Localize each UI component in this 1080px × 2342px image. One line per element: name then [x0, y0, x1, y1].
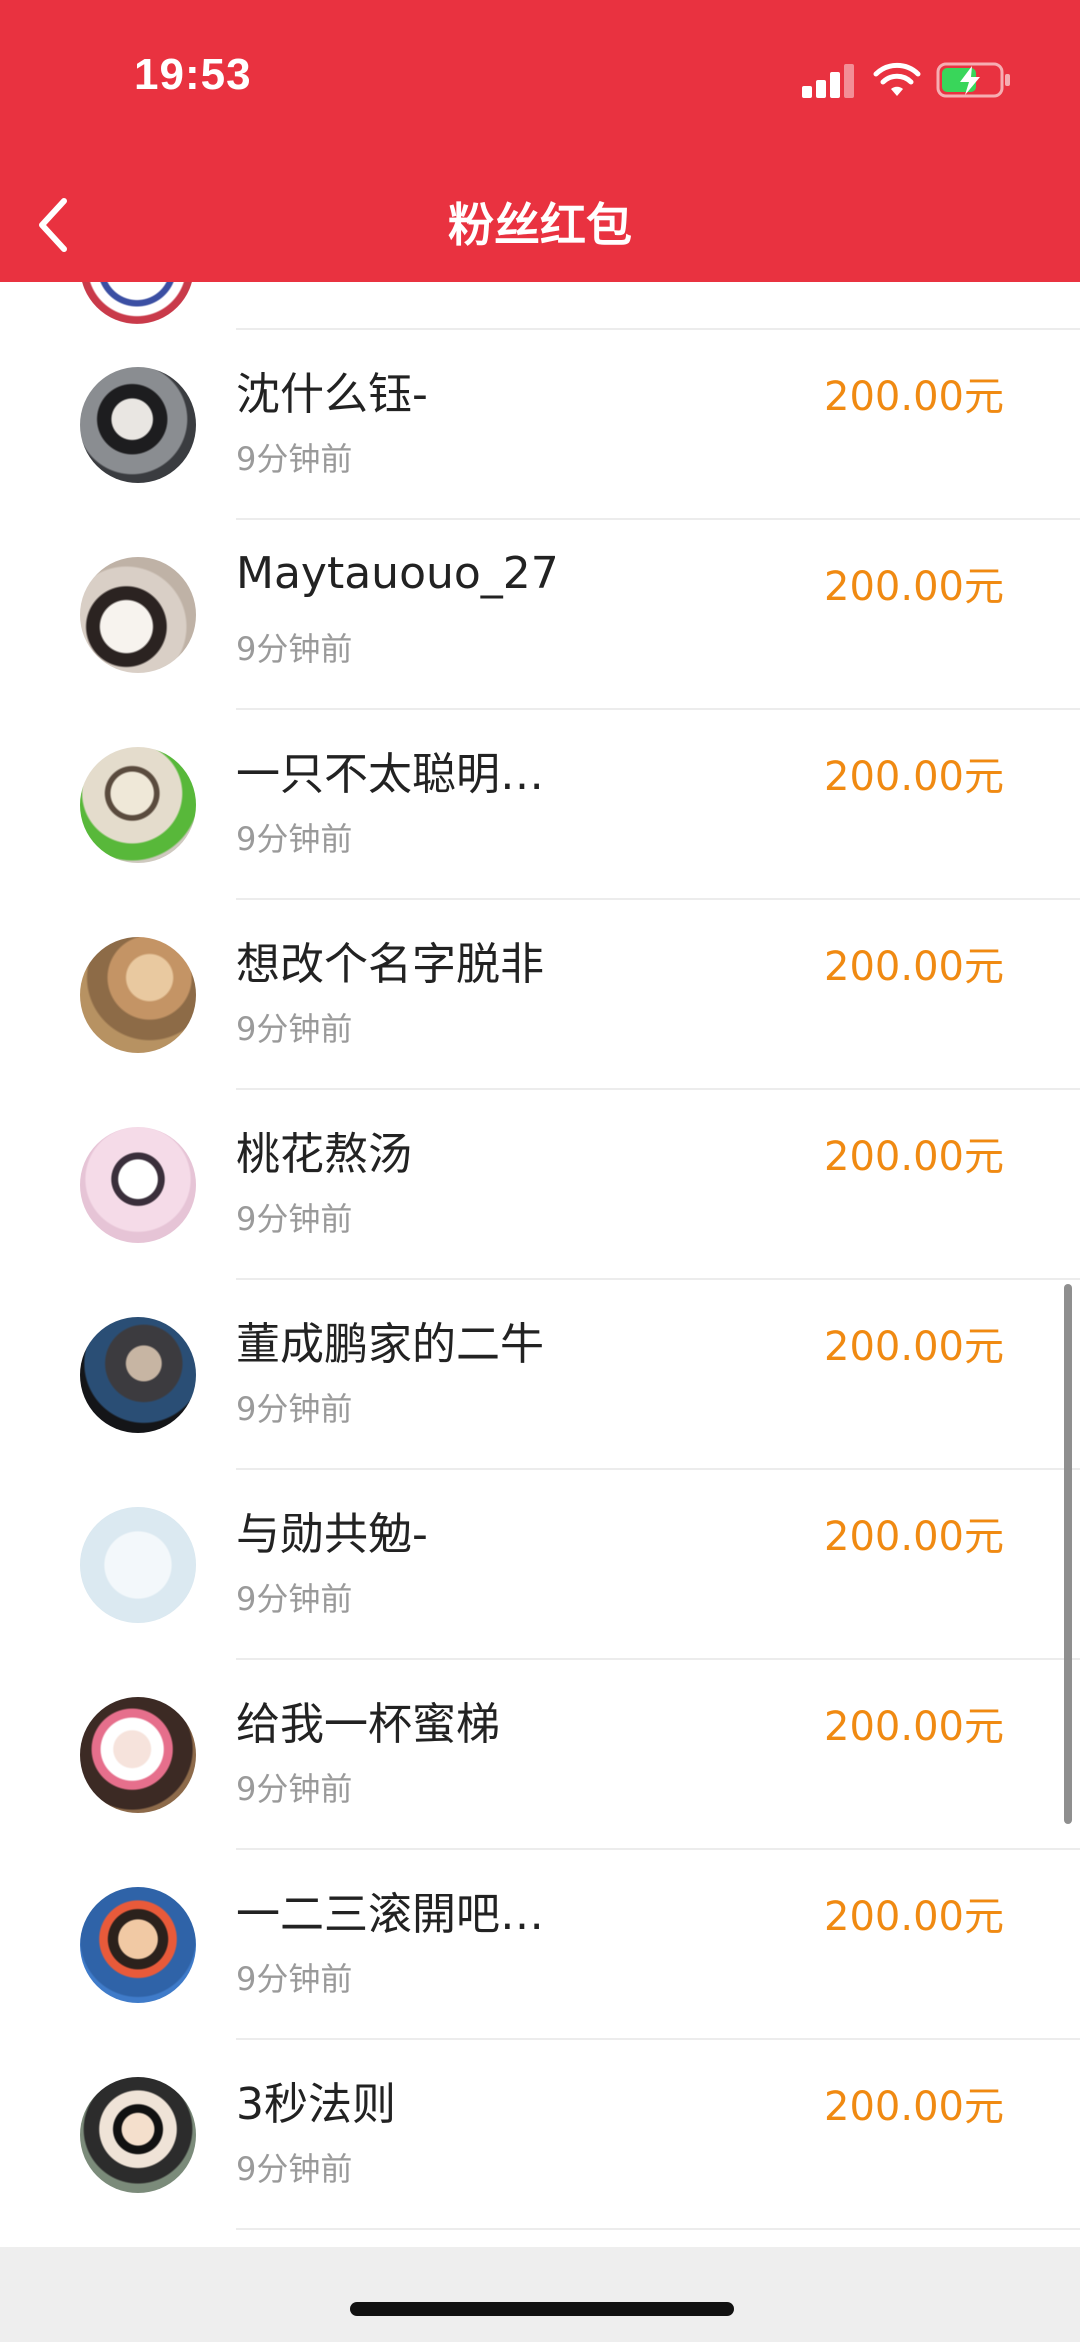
user-name: 董成鹏家的二牛 — [236, 1319, 544, 1370]
user-name: 3秒法则 — [236, 2079, 396, 2130]
divider — [236, 2228, 1080, 2230]
list-item[interactable]: 给我一杯蜜梯 9分钟前 200.00元 — [0, 1660, 1080, 1850]
user-name: 沈什么钰- — [236, 369, 428, 420]
avatar — [80, 1317, 196, 1433]
avatar — [80, 1697, 196, 1813]
amount: 200.00元 — [824, 754, 1004, 800]
time-ago: 9分钟前 — [236, 1010, 353, 1048]
time-ago: 9分钟前 — [236, 1200, 353, 1238]
list-item[interactable]: 董成鹏家的二牛 9分钟前 200.00元 — [0, 1280, 1080, 1470]
status-icons — [802, 58, 1012, 102]
amount: 200.00元 — [824, 1324, 1004, 1370]
time-ago: 9分钟前 — [236, 820, 353, 858]
amount: 200.00元 — [824, 2084, 1004, 2130]
time-ago: 9分钟前 — [236, 1390, 353, 1428]
user-name: 想改个名字脱非 — [236, 939, 544, 990]
list-item[interactable]: 一只不太聪明… 9分钟前 200.00元 — [0, 710, 1080, 900]
user-name: Maytauouo_27 — [236, 548, 559, 599]
avatar — [80, 1127, 196, 1243]
cellular-signal-icon — [802, 62, 858, 98]
time-ago: 9分钟前 — [236, 1770, 353, 1808]
avatar — [80, 1887, 196, 2003]
list-item[interactable]: 一二三滚開吧… 9分钟前 200.00元 — [0, 1850, 1080, 2040]
avatar — [80, 557, 196, 673]
user-name: 一二三滚開吧… — [236, 1889, 544, 1940]
amount: 200.00元 — [824, 564, 1004, 610]
scrollbar[interactable] — [1064, 1284, 1072, 1824]
app-header: 19:53 粉丝红包 — [0, 0, 1080, 282]
list-item[interactable]: 与勋共勉- 9分钟前 200.00元 — [0, 1470, 1080, 1660]
home-indicator[interactable] — [350, 2302, 734, 2316]
avatar — [80, 282, 194, 324]
time-ago: 9分钟前 — [236, 1960, 353, 1998]
amount: 200.00元 — [824, 1704, 1004, 1750]
amount: 200.00元 — [824, 1894, 1004, 1940]
list-item[interactable]: 想改个名字脱非 9分钟前 200.00元 — [0, 900, 1080, 1090]
status-time: 19:53 — [134, 50, 252, 99]
list-item[interactable]: Maytauouo_27 9分钟前 200.00元 — [0, 520, 1080, 710]
user-name: 桃花熬汤 — [236, 1129, 412, 1180]
avatar — [80, 937, 196, 1053]
bottom-safe-area — [0, 2247, 1080, 2342]
page-title: 粉丝红包 — [448, 198, 632, 252]
time-ago: 9分钟前 — [236, 2150, 353, 2188]
time-ago: 9分钟前 — [236, 630, 353, 668]
amount: 200.00元 — [824, 1514, 1004, 1560]
user-name: 给我一杯蜜梯 — [236, 1699, 500, 1750]
avatar — [80, 2077, 196, 2193]
list-item[interactable]: 3秒法则 9分钟前 200.00元 — [0, 2040, 1080, 2230]
list-item-partial[interactable] — [0, 282, 1080, 328]
avatar — [80, 367, 196, 483]
amount: 200.00元 — [824, 1134, 1004, 1180]
wifi-icon — [873, 62, 921, 96]
list-item[interactable]: 桃花熬汤 9分钟前 200.00元 — [0, 1090, 1080, 1280]
avatar — [80, 1507, 196, 1623]
list-item[interactable]: 沈什么钰- 9分钟前 200.00元 — [0, 330, 1080, 520]
user-name: 一只不太聪明… — [236, 749, 544, 800]
amount: 200.00元 — [824, 374, 1004, 420]
avatar — [80, 747, 196, 863]
time-ago: 9分钟前 — [236, 1580, 353, 1618]
recipient-list[interactable]: 沈什么钰- 9分钟前 200.00元 Maytauouo_27 9分钟前 200… — [0, 282, 1080, 2247]
time-ago: 9分钟前 — [236, 440, 353, 478]
amount: 200.00元 — [824, 944, 1004, 990]
battery-charging-icon — [936, 62, 1010, 98]
user-name: 与勋共勉- — [236, 1509, 428, 1560]
